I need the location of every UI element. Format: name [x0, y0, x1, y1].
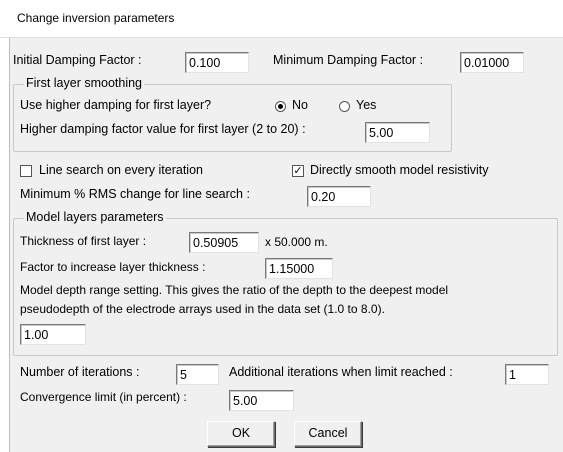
additional-iterations-label: Additional iterations when limit reached… [229, 365, 453, 379]
thickness-label: Thickness of first layer : [20, 234, 147, 248]
dialog-body: Initial Damping Factor : 0.100 Minimum D… [9, 38, 563, 452]
radio-no-label[interactable]: No [292, 98, 308, 112]
radio-yes-label[interactable]: Yes [356, 98, 376, 112]
cancel-button[interactable]: Cancel [294, 421, 362, 447]
initial-damping-label: Initial Damping Factor : [13, 53, 142, 67]
window-title: Change inversion parameters [17, 11, 175, 25]
iterations-label: Number of iterations : [20, 365, 140, 379]
first-layer-smoothing-title: First layer smoothing [24, 76, 145, 90]
thickness-suffix: x 50.000 m. [265, 235, 328, 249]
thickness-input[interactable]: 0.50905 [189, 232, 259, 253]
higher-damping-question: Use higher damping for first layer? [20, 98, 212, 112]
smooth-resistivity-label[interactable]: Directly smooth model resistivity [310, 163, 489, 177]
min-rms-label: Minimum % RMS change for line search : [20, 187, 250, 201]
line-search-label[interactable]: Line search on every iteration [39, 163, 203, 177]
additional-iterations-input[interactable]: 1 [505, 364, 549, 385]
line-search-checkbox[interactable] [20, 165, 32, 177]
radio-no[interactable] [275, 101, 286, 112]
title-bar: Change inversion parameters [0, 0, 563, 38]
ok-button[interactable]: OK [207, 421, 275, 447]
convergence-label: Convergence limit (in percent) : [20, 390, 187, 404]
depth-description-line2: pseudodepth of the electrode arrays used… [20, 302, 385, 316]
min-rms-input[interactable]: 0.20 [307, 186, 371, 207]
iterations-input[interactable]: 5 [176, 364, 219, 385]
initial-damping-input[interactable]: 0.100 [185, 52, 249, 73]
factor-label: Factor to increase layer thickness : [20, 260, 206, 274]
higher-factor-label: Higher damping factor value for first la… [20, 122, 306, 136]
depth-description-line1: Model depth range setting. This gives th… [20, 283, 449, 297]
radio-yes[interactable] [339, 101, 350, 112]
depth-range-input[interactable]: 1.00 [20, 324, 86, 345]
higher-factor-input[interactable]: 5.00 [365, 122, 430, 143]
factor-input[interactable]: 1.15000 [265, 258, 333, 279]
minimum-damping-label: Minimum Damping Factor : [273, 53, 424, 67]
convergence-input[interactable]: 5.00 [229, 390, 294, 411]
minimum-damping-input[interactable]: 0.01000 [460, 52, 524, 73]
model-layers-title: Model layers parameters [24, 210, 166, 224]
smooth-resistivity-checkbox[interactable]: ✓ [292, 165, 304, 177]
